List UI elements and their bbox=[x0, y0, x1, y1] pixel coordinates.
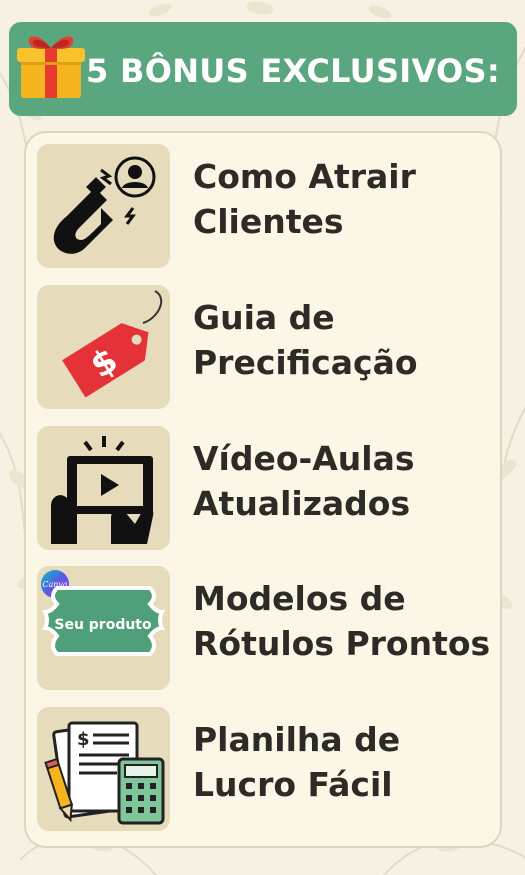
bonus-title-line2: Clientes bbox=[193, 202, 344, 241]
magnet-attracting-person-icon bbox=[53, 156, 156, 254]
bonus-title: Como Atrair Clientes bbox=[193, 154, 503, 244]
bonus-icon-tile: $ bbox=[37, 285, 170, 409]
bonus-title-line2: Atualizados bbox=[193, 484, 411, 523]
bonus-title-line2: Rótulos Prontos bbox=[193, 624, 491, 663]
bonus-title: Modelos de Rótulos Prontos bbox=[193, 576, 503, 666]
bonus-title-line1: Guia de bbox=[193, 298, 335, 337]
bonus-title: Vídeo-Aulas Atualizados bbox=[193, 436, 503, 526]
bonus-title: Planilha de Lucro Fácil bbox=[193, 717, 503, 807]
bonus-icon-tile bbox=[37, 144, 170, 268]
spreadsheet-calculator-icon: $ bbox=[44, 721, 165, 825]
label-template-icon: Canva Seu produto bbox=[41, 570, 166, 656]
bonus-title: Guia de Precificação bbox=[193, 295, 503, 385]
bonus-item: Vídeo-Aulas Atualizados bbox=[37, 426, 497, 550]
bonus-title-line1: Planilha de bbox=[193, 720, 401, 759]
label-badge-text: Seu produto bbox=[54, 617, 152, 633]
bonus-item: $ Planilha de Lucro Fácil bbox=[37, 707, 497, 831]
bonus-icon-tile: $ bbox=[37, 707, 170, 831]
bonus-item: $ Guia de Precificação bbox=[37, 285, 497, 409]
bonus-title-line2: Lucro Fácil bbox=[193, 765, 393, 804]
bonus-title-line1: Modelos de bbox=[193, 579, 406, 618]
video-screen-hands-icon bbox=[51, 436, 154, 544]
svg-text:$: $ bbox=[77, 729, 90, 750]
bonus-item: Como Atrair Clientes bbox=[37, 144, 497, 268]
banner-title: 5 BÔNUS EXCLUSIVOS: bbox=[86, 52, 500, 90]
bonus-icon-tile bbox=[37, 426, 170, 550]
gift-box-icon bbox=[17, 36, 85, 98]
bonus-icon-tile: Canva Seu produto bbox=[37, 566, 170, 690]
bonus-item: Canva Seu produto Modelos de Rótulos Pro… bbox=[37, 566, 497, 690]
bonus-title-line2: Precificação bbox=[193, 343, 418, 382]
bonus-title-line1: Como Atrair bbox=[193, 157, 416, 196]
price-tag-icon: $ bbox=[62, 290, 163, 398]
bonus-title-line1: Vídeo-Aulas bbox=[193, 439, 415, 478]
